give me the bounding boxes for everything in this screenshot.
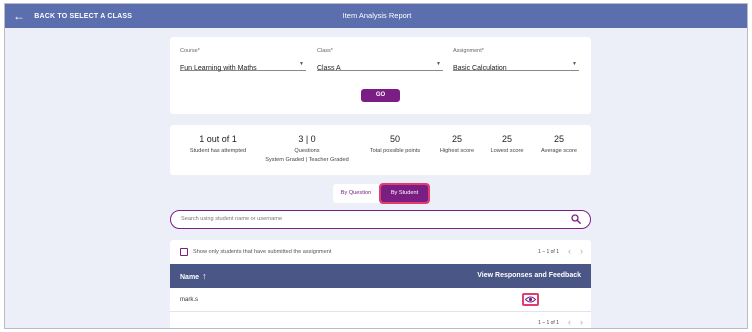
go-button[interactable]: GO — [361, 89, 400, 102]
selection-card: Course* Fun Learning with Maths ▼ Class*… — [170, 37, 591, 114]
stat-sublabel: System Graded | Teacher Graded — [265, 157, 349, 163]
view-column-header: View Responses and Feedback — [477, 272, 581, 279]
stat-label: Highest score — [439, 148, 475, 154]
assignment-label: Assignment* — [453, 48, 484, 54]
stat-questions: 3 | 0 Questions System Graded | Teacher … — [259, 134, 355, 165]
tab-by-question[interactable]: By Question — [333, 184, 379, 203]
stat-label: Total possible points — [369, 148, 421, 154]
view-toggle: By Question By Student — [333, 183, 430, 204]
student-name: mark.s — [180, 297, 198, 303]
search-placeholder: Search using student name or username — [181, 216, 283, 222]
name-column-header[interactable]: Name ↑ — [180, 264, 207, 290]
eye-icon — [525, 296, 536, 303]
view-responses-button[interactable] — [522, 293, 539, 306]
chevron-left-icon[interactable]: ‹ — [568, 247, 571, 256]
stats-card: 1 out of 1 Student has attempted 3 | 0 Q… — [170, 125, 591, 175]
pagination-range: 1 – 1 of 1 — [538, 319, 559, 326]
assignment-value: Basic Calculation — [453, 65, 507, 72]
pagination-top: 1 – 1 of 1 ‹ › — [538, 247, 583, 256]
chevron-right-icon[interactable]: › — [580, 318, 583, 327]
stat-total-points: 50 Total possible points — [360, 134, 430, 156]
pagination-bottom: 1 – 1 of 1 ‹ › — [538, 318, 583, 327]
submitted-checkbox[interactable] — [180, 248, 188, 256]
stat-highest: 25 Highest score — [433, 134, 481, 156]
submitted-filter-label: Show only students that have submitted t… — [193, 249, 332, 255]
stat-value: 3 | 0 — [298, 134, 316, 144]
course-select[interactable]: Course* Fun Learning with Maths ▼ — [180, 48, 306, 72]
course-label: Course* — [180, 48, 200, 54]
search-input[interactable]: Search using student name or username — [170, 210, 591, 229]
dropdown-caret-icon: ▼ — [572, 61, 577, 67]
stat-attempted: 1 out of 1 Student has attempted — [178, 134, 258, 156]
dropdown-caret-icon: ▼ — [299, 61, 304, 67]
stat-value: 25 — [501, 134, 512, 144]
arrow-up-icon: ↑ — [202, 271, 207, 281]
class-select[interactable]: Class* Class A ▼ — [317, 48, 443, 72]
stat-value: 1 out of 1 — [199, 134, 237, 144]
search-icon[interactable] — [571, 214, 581, 224]
stat-value: 50 — [389, 134, 400, 144]
class-value: Class A — [317, 65, 341, 72]
students-table-card: Show only students that have submitted t… — [170, 240, 591, 328]
stat-label: Student has attempted — [189, 148, 247, 154]
name-column-label: Name — [180, 274, 200, 281]
app-frame: ← BACK TO SELECT A CLASS Item Analysis R… — [4, 3, 748, 329]
stat-label: Lowest score — [490, 148, 524, 154]
top-bar: ← BACK TO SELECT A CLASS Item Analysis R… — [5, 4, 747, 28]
chevron-right-icon[interactable]: › — [580, 247, 583, 256]
stat-label: Average score — [541, 148, 577, 154]
chevron-left-icon[interactable]: ‹ — [568, 318, 571, 327]
pagination-range: 1 – 1 of 1 — [538, 248, 559, 255]
course-value: Fun Learning with Maths — [180, 65, 257, 72]
tab-by-student[interactable]: By Student — [379, 183, 430, 204]
assignment-select[interactable]: Assignment* Basic Calculation ▼ — [453, 48, 579, 72]
table-row: mark.s — [170, 288, 591, 312]
table-header: Name ↑ View Responses and Feedback — [170, 264, 591, 288]
stat-lowest: 25 Lowest score — [483, 134, 531, 156]
dropdown-caret-icon: ▼ — [436, 61, 441, 67]
page-title: Item Analysis Report — [342, 11, 412, 20]
stat-value: 25 — [451, 134, 462, 144]
class-label: Class* — [317, 48, 333, 54]
stat-label: Questions — [294, 148, 320, 154]
stat-value: 25 — [553, 134, 564, 144]
submitted-filter[interactable]: Show only students that have submitted t… — [180, 248, 331, 256]
stat-average: 25 Average score — [533, 134, 585, 156]
